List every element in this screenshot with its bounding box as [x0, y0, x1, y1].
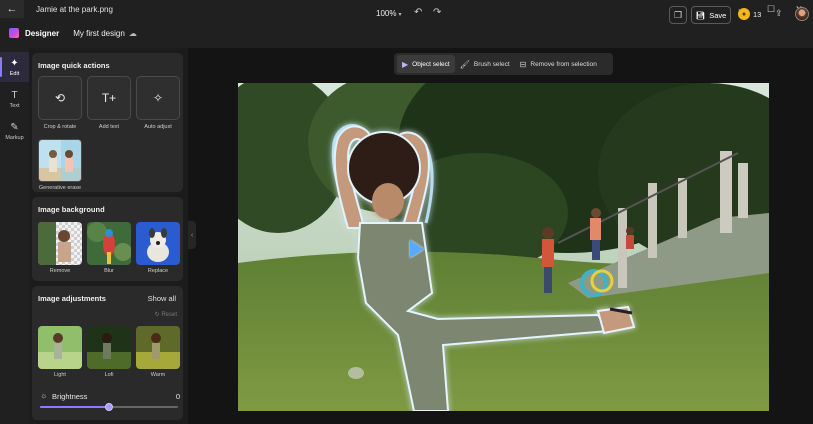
filter-light-thumbnail — [38, 326, 82, 369]
back-arrow-icon[interactable]: ← — [0, 0, 24, 18]
edit-panel: Image quick actions ⟲ Crop & rotate T+ A… — [29, 48, 188, 424]
add-text-button[interactable]: T+ — [87, 76, 131, 120]
designer-logo-icon — [9, 28, 19, 38]
object-select-button[interactable]: ▶ Object select — [397, 55, 455, 73]
share-icon[interactable]: ⇪ — [775, 8, 783, 19]
undo-icon[interactable]: ↶ — [414, 7, 422, 18]
window-title: Jamie at the park.png — [36, 4, 113, 14]
zoom-value: 100% — [376, 9, 397, 18]
brightness-slider-thumb[interactable] — [105, 403, 113, 411]
crop-rotate-icon: ⟲ — [54, 91, 66, 105]
remove-background-thumbnail — [38, 222, 82, 265]
left-rail: ✦ Edit T Text ✎ Markup — [0, 48, 29, 424]
brightness-label: Brightness — [52, 392, 88, 401]
chevron-left-icon: ‹ — [190, 231, 194, 239]
pen-icon: ✎ — [10, 121, 19, 133]
brush-select-label: Brush select — [473, 60, 510, 68]
image-adjustments-title: Image adjustments — [38, 294, 106, 303]
zoom-dropdown[interactable]: 100% ▾ — [376, 9, 401, 18]
replace-background-thumbnail — [136, 222, 180, 265]
show-all-link[interactable]: Show all — [148, 294, 176, 303]
filter-light-button[interactable] — [38, 326, 82, 369]
filter-lofi-label: Lofi — [104, 372, 114, 378]
blur-background-thumbnail — [87, 222, 131, 265]
filter-lofi-button[interactable] — [87, 326, 131, 369]
rail-item-label: Edit — [9, 70, 20, 77]
blur-background-button[interactable] — [87, 222, 131, 265]
filter-warm-button[interactable] — [136, 326, 180, 369]
brightness-slider-fill — [40, 406, 109, 408]
crop-rotate-label: Crop & rotate — [43, 124, 77, 130]
brightness-value: 0 — [175, 392, 180, 401]
rail-item-text[interactable]: T Text — [0, 84, 29, 114]
image-background-card: Image background Remove Blur Replace — [32, 197, 183, 281]
generative-erase-thumbnail — [39, 140, 81, 181]
rail-item-label: Text — [9, 102, 20, 109]
cloud-sync-icon: ☁ — [128, 28, 137, 38]
copy-button[interactable]: ❐ — [669, 6, 687, 24]
object-select-label: Object select — [412, 60, 450, 68]
filter-lofi-thumbnail — [87, 326, 131, 369]
blur-label: Blur — [104, 268, 114, 274]
avatar[interactable] — [795, 7, 809, 21]
brush-select-button[interactable]: 🖌︎ Brush select — [455, 55, 515, 73]
save-icon: 💾︎ — [695, 10, 706, 20]
filter-warm-thumbnail — [136, 326, 180, 369]
auto-adjust-label: Auto adjust — [144, 124, 172, 130]
chevron-down-icon: ▾ — [398, 12, 402, 18]
credits-count: 13 — [753, 10, 762, 19]
replace-background-button[interactable] — [136, 222, 180, 265]
filter-warm-label: Warm — [150, 372, 166, 378]
credits-coin-icon[interactable]: ● — [738, 8, 750, 20]
text-icon: T — [11, 89, 18, 101]
remove-from-selection-button[interactable]: ⊟ Remove from selection — [515, 55, 602, 73]
rail-item-markup[interactable]: ✎ Markup — [0, 116, 29, 146]
app-name: Designer — [25, 28, 60, 38]
quick-actions-card: Image quick actions ⟲ Crop & rotate T+ A… — [32, 53, 183, 192]
sun-icon: ☼ — [40, 391, 48, 400]
rail-item-label: Markup — [5, 134, 24, 141]
save-label: Save — [709, 10, 727, 20]
magic-wand-icon: ✧ — [152, 91, 164, 105]
reset-button[interactable]: ↻ Reset — [155, 311, 177, 318]
replace-label: Replace — [147, 268, 169, 274]
remove-selection-icon: ⊟ — [519, 59, 527, 69]
quick-actions-title: Image quick actions — [38, 61, 110, 70]
copy-icon: ❐ — [673, 9, 683, 20]
pointer-cursor-icon — [410, 240, 424, 258]
park-photo — [238, 83, 769, 411]
object-select-icon: ▶ — [402, 59, 409, 69]
rail-item-edit[interactable]: ✦ Edit — [0, 52, 29, 82]
design-name[interactable]: My first design — [73, 29, 125, 38]
filter-light-label: Light — [54, 372, 66, 378]
generative-erase-label: Generative erase — [38, 185, 82, 191]
crop-rotate-button[interactable]: ⟲ — [38, 76, 82, 120]
remove-from-selection-label: Remove from selection — [530, 60, 597, 68]
collapse-panel-button[interactable]: ‹ — [188, 221, 196, 249]
redo-icon[interactable]: ↷ — [433, 7, 441, 18]
auto-adjust-button[interactable]: ✧ — [136, 76, 180, 120]
reset-label: Reset — [161, 312, 177, 318]
add-text-icon: T+ — [101, 91, 117, 105]
generative-erase-button[interactable] — [38, 139, 82, 182]
add-text-label: Add text — [98, 124, 120, 130]
image-adjustments-card: Image adjustments Show all ↻ Reset Light… — [32, 286, 183, 420]
remove-label: Remove — [49, 268, 71, 274]
image-background-title: Image background — [38, 205, 105, 214]
selection-toolbar: ▶ Object select 🖌︎ Brush select ⊟ Remove fr… — [394, 53, 613, 75]
save-button[interactable]: 💾︎ Save — [691, 6, 731, 24]
sparkle-edit-icon: ✦ — [10, 57, 19, 69]
brush-icon: 🖌︎ — [459, 59, 470, 69]
remove-background-button[interactable] — [38, 222, 82, 265]
brightness-slider[interactable] — [40, 403, 178, 411]
photo-canvas[interactable] — [238, 83, 769, 411]
